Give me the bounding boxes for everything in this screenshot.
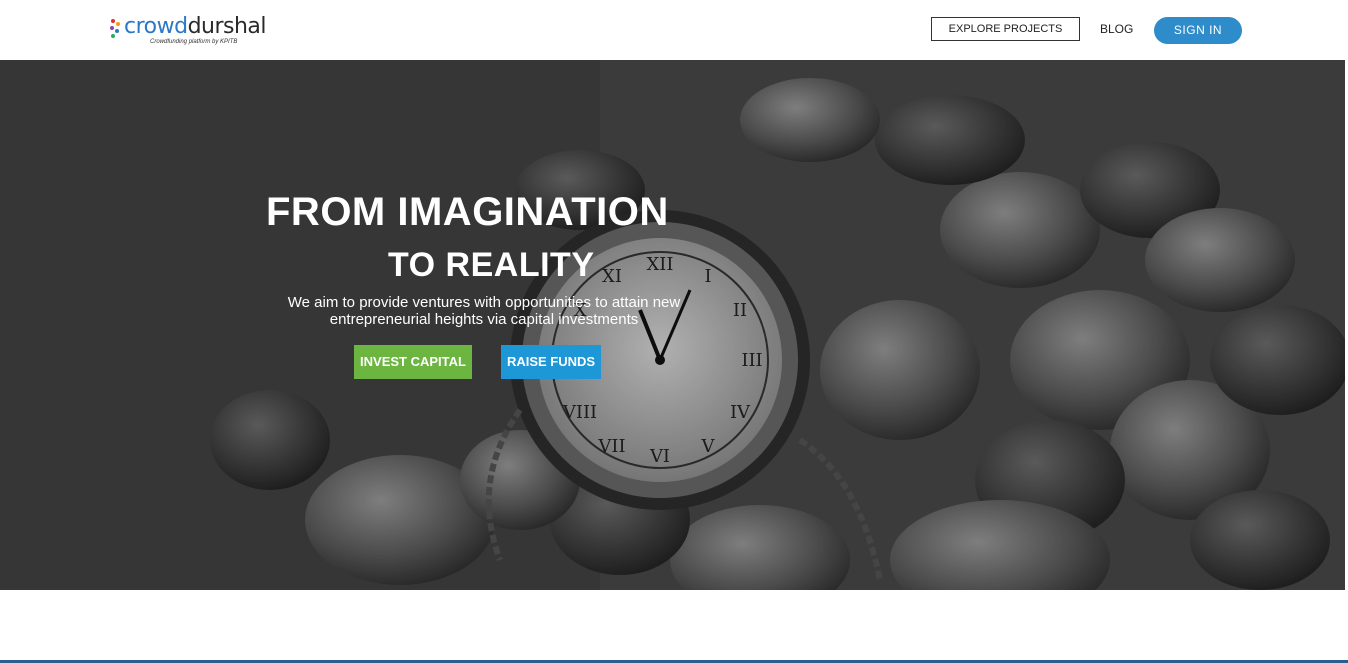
site-logo[interactable]: crowddurshal Crowdfunding platform by KP… [108, 14, 278, 50]
explore-projects-button[interactable]: EXPLORE PROJECTS [931, 17, 1080, 41]
sign-in-button[interactable]: SIGN IN [1154, 17, 1242, 44]
logo-wordmark: crowddurshal [124, 14, 267, 39]
blog-link[interactable]: BLOG [1100, 22, 1133, 36]
raise-funds-button[interactable]: RAISE FUNDS [501, 345, 601, 379]
hero-subtitle: We aim to provide ventures with opportun… [287, 294, 681, 328]
hero-banner: XII III VI IX I II IV V VII VIII X XI FR… [0, 60, 1348, 590]
hero-title-line2: TO REALITY [388, 246, 595, 284]
logo-tagline: Crowdfunding platform by KPITB [150, 39, 238, 45]
site-header: crowddurshal Crowdfunding platform by KP… [0, 0, 1348, 60]
logo-people-icon [110, 19, 120, 38]
invest-capital-button[interactable]: INVEST CAPITAL [354, 345, 472, 379]
hero-title-line1: FROM IMAGINATION [266, 190, 669, 234]
